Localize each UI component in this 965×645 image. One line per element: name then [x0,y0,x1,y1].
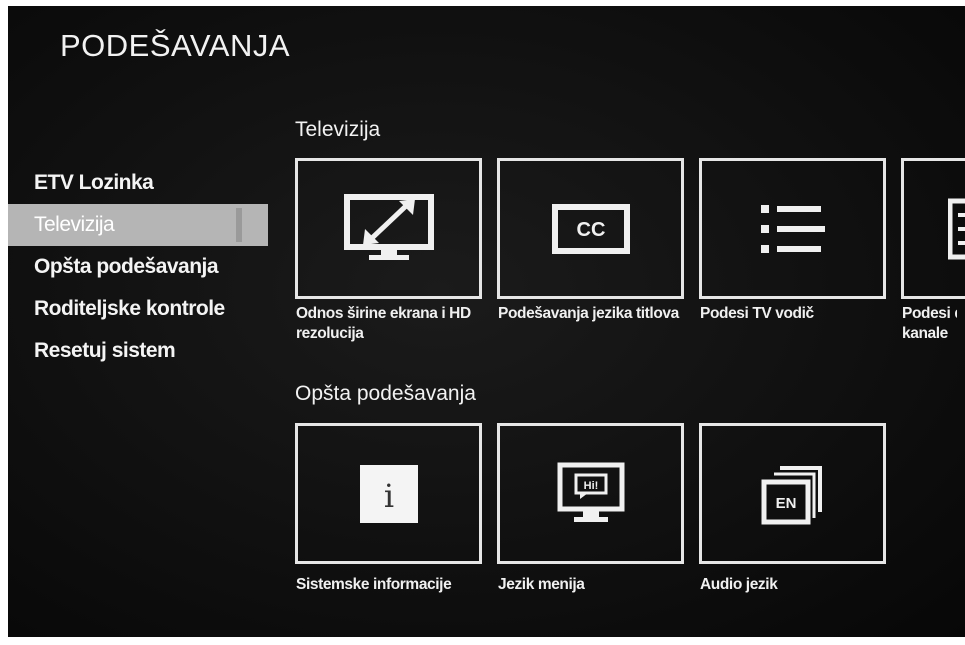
sidebar-item-televizija[interactable]: Televizija [8,204,268,246]
tile-label-tv-guide: Podesi TV vodič [700,305,814,322]
menu-language-tv-icon: Hi! [556,461,626,527]
tile-subtitle-language[interactable]: CC [497,158,684,299]
closed-captions-icon-text: CC [576,219,605,241]
menu-language-icon-text: Hi! [583,480,598,492]
sidebar-menu: ETV Lozinka Televizija Opšta podešavanja… [8,162,268,372]
tile-menu-language[interactable]: Hi! [497,423,684,564]
sidebar-item-etv-lozinka[interactable]: ETV Lozinka [8,162,268,204]
section-title-televizija: Televizija [295,118,381,141]
closed-captions-icon: CC [551,203,631,255]
tv-screen: PODEŠAVANJA ETV Lozinka Televizija Opšta… [8,6,965,637]
tile-system-info[interactable]: i [295,423,482,564]
page-title: PODEŠAVANJA [60,28,291,63]
tile-channel-setup[interactable] [901,158,965,299]
tile-label-menu-language: Jezik menija [498,576,585,593]
list-icon [757,201,829,257]
tile-label-aspect-ratio: Odnos širine ekrana i HD rezolucija [296,305,471,342]
sidebar-item-roditeljske-kontrole[interactable]: Roditeljske kontrole [8,288,268,330]
channel-list-icon [948,197,965,261]
tile-aspect-ratio[interactable] [295,158,482,299]
sidebar-item-opsta-podesavanja[interactable]: Opšta podešavanja [8,246,268,288]
tile-label-subtitle-language: Podešavanja jezika titlova [498,305,679,322]
tile-label-channel-setup: Podesi d kanale [902,305,957,342]
sidebar-item-resetuj-sistem[interactable]: Resetuj sistem [8,330,268,372]
section-title-opsta-podesavanja: Opšta podešavanja [295,382,476,405]
audio-language-icon: EN [760,462,826,526]
audio-language-icon-text: EN [775,495,796,512]
aspect-ratio-tv-icon [341,193,437,265]
tile-label-audio-language: Audio jezik [700,576,778,593]
info-icon-text: i [383,477,393,515]
tile-tv-guide[interactable] [699,158,886,299]
tile-label-system-info: Sistemske informacije [296,576,452,593]
tile-audio-language[interactable]: EN [699,423,886,564]
info-icon: i [359,464,418,523]
